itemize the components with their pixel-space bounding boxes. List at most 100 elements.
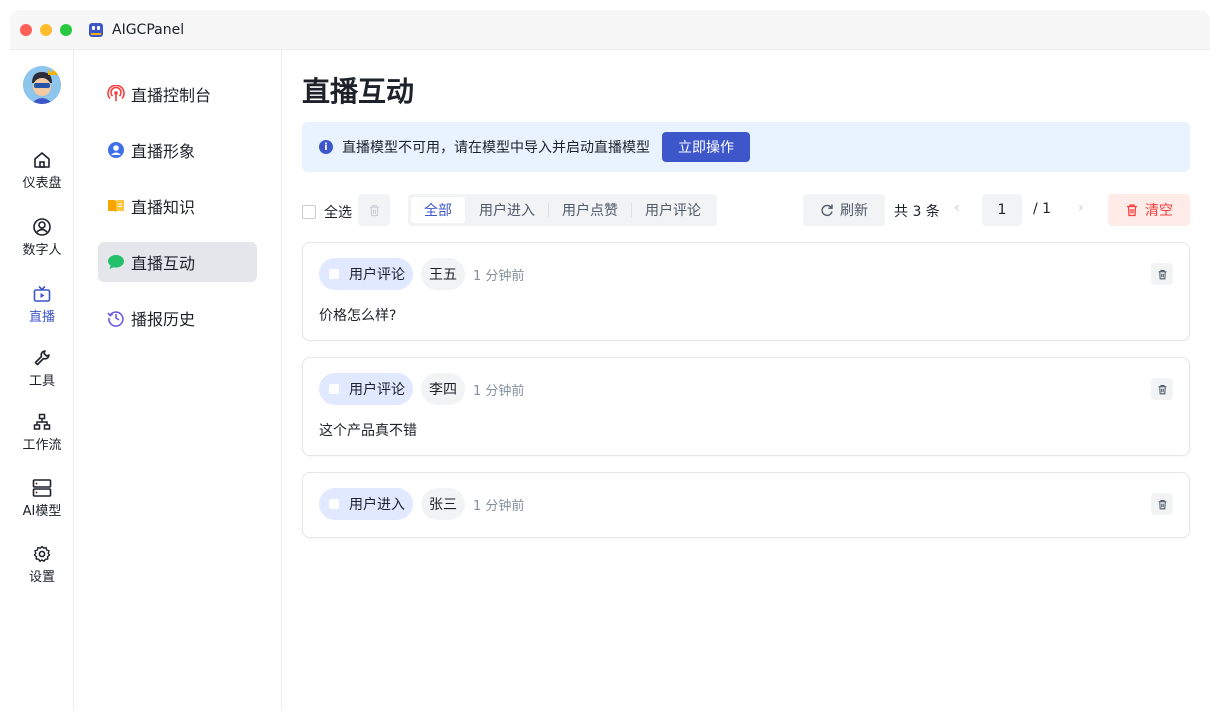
server-icon xyxy=(32,479,52,497)
subnav-item-label: 直播知识 xyxy=(131,198,196,217)
event-content: 这个产品真不错 xyxy=(319,423,417,439)
tab-user-comment[interactable]: 用户评论 xyxy=(632,197,714,223)
delete-event-button[interactable] xyxy=(1151,493,1173,515)
rail-item-label: 工具 xyxy=(28,374,55,389)
app-window: AIGCPanel 仪表盘 数字人 直播 工具 工作流 AI模型 设置 直播控制… xyxy=(10,10,1210,710)
alert-message: 直播模型不可用，请在模型中导入并启动直播模型 xyxy=(342,140,650,156)
subnav-item-label: 直播互动 xyxy=(131,254,196,273)
rail-item-ai-model[interactable]: AI模型 xyxy=(10,478,74,519)
subnav-item-label: 播报历史 xyxy=(131,310,196,329)
rail-item-tools[interactable]: 工具 xyxy=(10,348,74,389)
event-card: 用户评论 王五 1 分钟前 价格怎么样? xyxy=(302,242,1190,341)
rail-item-label: 直播 xyxy=(28,310,55,325)
rail-item-settings[interactable]: 设置 xyxy=(10,544,74,585)
broadcast-icon xyxy=(107,85,125,101)
close-window-button[interactable] xyxy=(20,23,32,36)
event-user-badge: 李四 xyxy=(421,373,465,405)
info-icon: i xyxy=(319,140,333,154)
event-type-label: 用户评论 xyxy=(349,267,405,283)
refresh-icon xyxy=(821,204,833,217)
select-all-label: 全选 xyxy=(324,205,352,221)
rail-item-live[interactable]: 直播 xyxy=(10,284,74,325)
trash-icon xyxy=(369,204,379,216)
subnav-item-avatar[interactable]: 直播形象 xyxy=(98,130,257,170)
event-type-badge: 用户进入 xyxy=(319,488,413,520)
app-logo-icon xyxy=(88,22,104,38)
event-time: 1 分钟前 xyxy=(473,383,525,399)
rail-item-digital-human[interactable]: 数字人 xyxy=(10,217,74,258)
home-icon xyxy=(34,152,50,168)
trash-icon xyxy=(1158,269,1166,279)
rail-item-workflow[interactable]: 工作流 xyxy=(10,412,74,453)
rail-item-label: AI模型 xyxy=(22,504,62,519)
rail-item-label: 设置 xyxy=(28,570,55,585)
event-type-badge: 用户评论 xyxy=(319,258,413,290)
event-content: 价格怎么样? xyxy=(319,308,397,324)
maximize-window-button[interactable] xyxy=(60,23,72,36)
tab-user-enter[interactable]: 用户进入 xyxy=(466,197,548,223)
rail-item-dashboard[interactable]: 仪表盘 xyxy=(10,150,74,191)
event-type-label: 用户进入 xyxy=(349,497,405,513)
operate-now-button[interactable]: 立即操作 xyxy=(662,132,750,162)
trash-icon xyxy=(1127,204,1137,217)
event-card: 用户进入 张三 1 分钟前 xyxy=(302,472,1190,538)
trash-icon xyxy=(1158,499,1166,509)
delete-event-button[interactable] xyxy=(1151,378,1173,400)
model-unavailable-alert: i 直播模型不可用，请在模型中导入并启动直播模型 立即操作 xyxy=(302,122,1190,172)
live-sub-nav: 直播控制台 直播形象 直播知识 直播互动 播报历史 xyxy=(74,50,282,710)
event-checkbox[interactable] xyxy=(329,499,339,509)
title-bar: AIGCPanel xyxy=(10,10,1210,50)
subnav-item-knowledge[interactable]: 直播知识 xyxy=(98,186,257,226)
rail-item-label: 数字人 xyxy=(22,243,62,258)
event-type-tabs: 全部 用户进入 用户点赞 用户评论 xyxy=(408,194,717,226)
rail-item-label: 工作流 xyxy=(22,438,62,453)
chat-icon xyxy=(108,255,124,269)
subnav-item-console[interactable]: 直播控制台 xyxy=(98,74,257,114)
subnav-item-interaction[interactable]: 直播互动 xyxy=(98,242,257,282)
main-nav-rail: 仪表盘 数字人 直播 工具 工作流 AI模型 设置 xyxy=(10,50,74,710)
event-user-badge: 张三 xyxy=(421,488,465,520)
page-title: 直播互动 xyxy=(302,75,415,108)
event-type-badge: 用户评论 xyxy=(319,373,413,405)
profile-icon xyxy=(108,142,124,158)
clear-button[interactable]: 清空 xyxy=(1108,194,1190,226)
subnav-item-label: 直播形象 xyxy=(131,142,196,161)
event-user-badge: 王五 xyxy=(421,258,465,290)
event-card-header: 用户评论 李四 1 分钟前 xyxy=(319,373,524,405)
event-checkbox[interactable] xyxy=(329,269,339,279)
user-circle-icon xyxy=(33,218,51,236)
subnav-item-label: 直播控制台 xyxy=(131,86,212,105)
book-icon xyxy=(108,200,124,213)
avatar[interactable] xyxy=(23,66,61,104)
tab-all[interactable]: 全部 xyxy=(411,197,465,223)
event-card-header: 用户进入 张三 1 分钟前 xyxy=(319,488,524,520)
trash-icon xyxy=(1158,384,1166,394)
select-all-checkbox[interactable]: 全选 xyxy=(302,202,352,222)
rail-item-label: 仪表盘 xyxy=(22,176,62,191)
event-time: 1 分钟前 xyxy=(473,498,525,514)
next-page-button[interactable]: › xyxy=(1078,200,1084,216)
wrench-icon xyxy=(34,350,50,366)
batch-delete-button[interactable] xyxy=(358,194,390,226)
event-time: 1 分钟前 xyxy=(473,268,525,284)
event-checkbox[interactable] xyxy=(329,384,339,394)
minimize-window-button[interactable] xyxy=(40,23,52,36)
delete-event-button[interactable] xyxy=(1151,263,1173,285)
tab-user-like[interactable]: 用户点赞 xyxy=(549,197,631,223)
main-content: 直播互动 i 直播模型不可用，请在模型中导入并启动直播模型 立即操作 全选 全部… xyxy=(282,50,1210,710)
event-type-label: 用户评论 xyxy=(349,382,405,398)
prev-page-button[interactable]: ‹ xyxy=(954,200,960,216)
gear-icon xyxy=(33,545,51,562)
refresh-label: 刷新 xyxy=(840,203,868,219)
subnav-item-history[interactable]: 播报历史 xyxy=(98,298,257,338)
total-count: 共 3 条 xyxy=(894,204,940,220)
sitemap-icon xyxy=(33,413,51,430)
event-card: 用户评论 李四 1 分钟前 这个产品真不错 xyxy=(302,357,1190,456)
event-card-header: 用户评论 王五 1 分钟前 xyxy=(319,258,524,290)
app-title: AIGCPanel xyxy=(112,21,185,38)
refresh-button[interactable]: 刷新 xyxy=(803,194,885,226)
page-number-input[interactable]: 1 xyxy=(982,194,1022,226)
clear-label: 清空 xyxy=(1145,203,1173,219)
history-icon xyxy=(107,311,124,327)
checkbox[interactable] xyxy=(302,205,316,219)
